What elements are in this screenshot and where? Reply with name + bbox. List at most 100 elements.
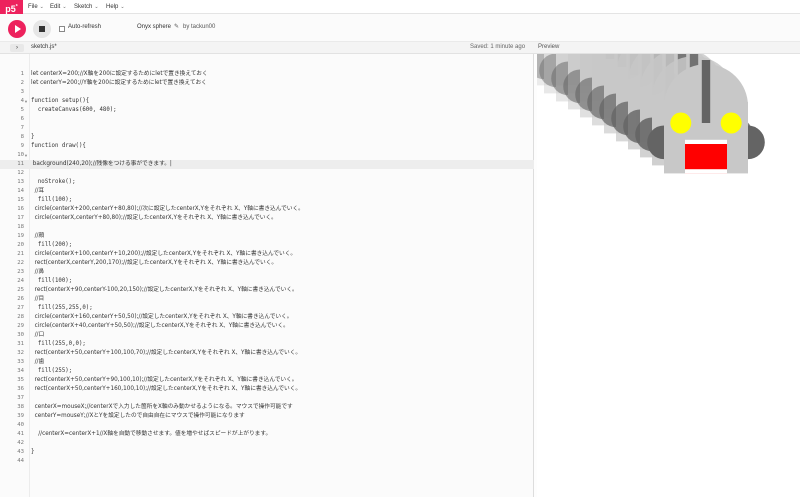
- code-line[interactable]: 38 centerX=mouseX;//centerXで入力した箇所をX軸のみ動…: [0, 403, 534, 412]
- line-number: 38: [17, 404, 24, 410]
- code-line[interactable]: 19 //顔: [0, 232, 534, 241]
- code-line[interactable]: 39 centerY=mouseY;//XとYを設定したので自由自在にマウスで操…: [0, 412, 534, 421]
- line-number: 36: [17, 386, 24, 392]
- code-line[interactable]: 11 background(240,20);//残像をつける事ができます。|: [0, 160, 534, 169]
- line-number: 9: [20, 143, 24, 149]
- line-number: 35: [17, 377, 24, 383]
- code-line[interactable]: 4 ▼ function setup(){: [0, 97, 534, 106]
- code-line[interactable]: 25 rect(centerX+90,centerY-100,20,150);/…: [0, 286, 534, 295]
- line-number: 31: [17, 341, 24, 347]
- code-line[interactable]: 24 fill(100);: [0, 277, 534, 286]
- menu-help[interactable]: Help ⌄: [106, 0, 125, 14]
- code-line[interactable]: 30 //口: [0, 331, 534, 340]
- code-text: fill(200);: [31, 242, 73, 248]
- code-line[interactable]: 20 fill(200);: [0, 241, 534, 250]
- file-tab[interactable]: sketch.js*: [31, 44, 57, 50]
- code-line[interactable]: 33 //歯: [0, 358, 534, 367]
- code-line[interactable]: 17 circle(centerX,centerY+80,80);//設定したc…: [0, 214, 534, 223]
- fold-icon[interactable]: ▼: [24, 97, 28, 106]
- code-line[interactable]: 32 rect(centerX+50,centerY+100,100,70);/…: [0, 349, 534, 358]
- saved-status: Saved: 1 minute ago: [470, 44, 526, 50]
- code-line[interactable]: 10 ▼: [0, 151, 534, 160]
- code-line[interactable]: 3: [0, 88, 534, 97]
- sidebar-toggle-button[interactable]: ›: [10, 44, 24, 52]
- code-line[interactable]: 6: [0, 115, 534, 124]
- code-line[interactable]: 40: [0, 421, 534, 430]
- code-text: noStroke();: [31, 179, 76, 185]
- line-number: 34: [17, 368, 24, 374]
- menu-sketch[interactable]: Sketch ⌄: [74, 0, 99, 14]
- mouth: [685, 144, 727, 174]
- eye-right: [720, 112, 742, 134]
- line-number: 43: [17, 449, 24, 455]
- code-line[interactable]: 22 rect(centerX,centerY,200,170);//設定したc…: [0, 259, 534, 268]
- code-line[interactable]: 16 circle(centerX+200,centerY+80,80);//次…: [0, 205, 534, 214]
- code-text: //目: [31, 296, 45, 302]
- code-line[interactable]: 44: [0, 457, 534, 466]
- code-line[interactable]: 36 rect(centerX+50,centerY+160,100,10);/…: [0, 385, 534, 394]
- menu-edit[interactable]: Edit ⌄: [50, 0, 67, 14]
- preview-canvas[interactable]: [537, 54, 796, 257]
- line-number: 17: [17, 215, 24, 221]
- code-line[interactable]: 34 fill(255);: [0, 367, 534, 376]
- play-button[interactable]: [8, 20, 26, 38]
- menu-file[interactable]: File ⌄: [28, 0, 44, 14]
- code-line[interactable]: 8}: [0, 133, 534, 142]
- code-line[interactable]: 42: [0, 439, 534, 448]
- sketch-owner[interactable]: by tackun00: [183, 24, 215, 30]
- auto-refresh-checkbox[interactable]: [59, 26, 65, 32]
- code-line[interactable]: 18: [0, 223, 534, 232]
- code-line[interactable]: 29 circle(centerX+40,centerY+50,50);//設定…: [0, 322, 534, 331]
- stop-button[interactable]: [33, 20, 51, 38]
- pencil-icon[interactable]: ✎: [174, 23, 179, 30]
- code-line[interactable]: 43}: [0, 448, 534, 457]
- code-editor[interactable]: 1 let centerX=200;//X軸を200に設定するためにletで置き換…: [0, 54, 534, 497]
- line-number: 40: [17, 422, 24, 428]
- code-text: rect(centerX+50,centerY+160,100,10);//設定…: [31, 386, 302, 392]
- code-text: //耳: [31, 188, 45, 194]
- teeth-top: [685, 139, 727, 144]
- line-number: 29: [17, 323, 24, 329]
- chevron-down-icon: ⌄: [39, 4, 44, 10]
- code-line[interactable]: 28 circle(centerX+160,centerY+50,50);//設…: [0, 313, 534, 322]
- line-number: 41: [17, 431, 24, 437]
- code-line[interactable]: 35 rect(centerX+50,centerY+90,100,10);//…: [0, 376, 534, 385]
- line-number: 23: [17, 269, 24, 275]
- p5-logo[interactable]: p5*: [0, 0, 23, 14]
- code-line[interactable]: 31 fill(255,0,0);: [0, 340, 534, 349]
- line-number: 37: [17, 395, 24, 401]
- teeth-bottom: [685, 169, 727, 174]
- code-line[interactable]: 27 fill(255,255,0);: [0, 304, 534, 313]
- code-text: rect(centerX+90,centerY-100,20,150);//設定…: [31, 287, 298, 293]
- code-text: function setup(){: [31, 98, 90, 104]
- nose: [701, 60, 711, 123]
- code-line[interactable]: 26 //目: [0, 295, 534, 304]
- code-line[interactable]: 13 noStroke();: [0, 178, 534, 187]
- code-line[interactable]: 7: [0, 124, 534, 133]
- line-number: 3: [20, 89, 24, 95]
- code-text: //口: [31, 332, 45, 338]
- line-number: 15: [17, 197, 24, 203]
- code-line[interactable]: 5 createCanvas(600, 480);: [0, 106, 534, 115]
- fold-icon[interactable]: ▼: [24, 151, 28, 160]
- code-line[interactable]: 37: [0, 394, 534, 403]
- line-number: 25: [17, 287, 24, 293]
- line-number: 22: [17, 260, 24, 266]
- code-line[interactable]: 1 let centerX=200;//X軸を200に設定するためにletで置き換…: [0, 70, 534, 79]
- code-line[interactable]: 2 let centerY=200;//Y軸を200に設定するためにletで置き換…: [0, 79, 534, 88]
- code-line[interactable]: 21 circle(centerX+100,centerY+10,200);//…: [0, 250, 534, 259]
- line-number: 26: [17, 296, 24, 302]
- code-line[interactable]: 23 //鼻: [0, 268, 534, 277]
- code-text: circle(centerX+160,centerY+50,50);//設定した…: [31, 314, 293, 320]
- line-number: 11: [17, 161, 24, 167]
- code-line[interactable]: 15 fill(100);: [0, 196, 534, 205]
- code-line[interactable]: 12: [0, 169, 534, 178]
- code-text: createCanvas(600, 480);: [31, 107, 117, 113]
- code-line[interactable]: 9 function draw(){: [0, 142, 534, 151]
- chevron-right-icon: ›: [16, 45, 18, 51]
- code-text: background(240,20);//残像をつける事ができます。|: [31, 161, 172, 167]
- line-number: 24: [17, 278, 24, 284]
- code-line[interactable]: 41 //centerX=centerX+1//X軸を自動で移動させます。値を増…: [0, 430, 534, 439]
- sketch-name[interactable]: Onyx sphere: [137, 24, 171, 30]
- code-line[interactable]: 14 //耳: [0, 187, 534, 196]
